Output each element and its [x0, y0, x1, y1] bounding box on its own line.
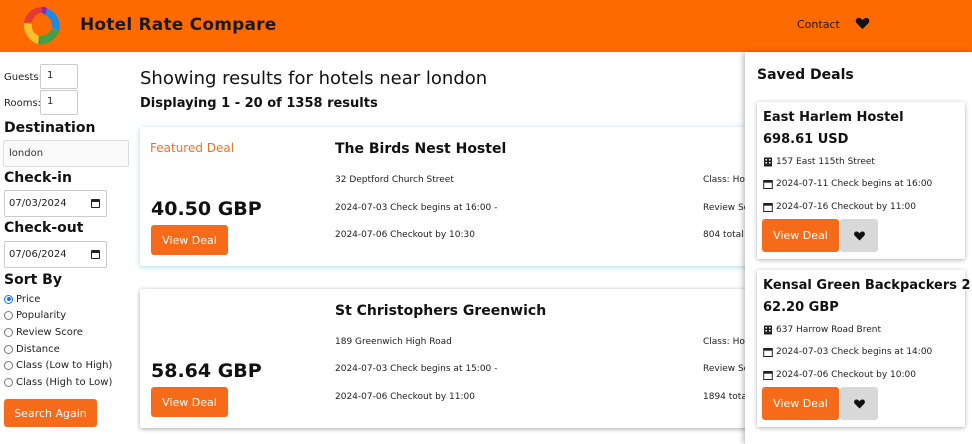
- results-title: Showing results for hotels near london: [140, 68, 488, 89]
- calendar-icon: [763, 348, 773, 357]
- radio-button[interactable]: [4, 310, 13, 320]
- saved-deal-name[interactable]: East Harlem Hostel: [763, 110, 904, 125]
- guests-input[interactable]: 1: [40, 64, 78, 89]
- calendar-icon: [763, 203, 773, 212]
- unsave-button[interactable]: [840, 219, 878, 252]
- calendar-icon: [763, 371, 773, 380]
- building-icon: [764, 325, 772, 335]
- checkin-date-input[interactable]: 07/03/2024: [4, 190, 107, 217]
- top-navbar: Hotel Rate Compare Contact: [0, 0, 972, 52]
- calendar-icon: [763, 180, 773, 189]
- view-deal-button[interactable]: View Deal: [762, 387, 839, 420]
- calendar-icon[interactable]: [91, 199, 100, 208]
- hotel-review-total: 804 total: [703, 230, 744, 240]
- destination-label: Destination: [4, 120, 96, 136]
- heart-icon: [853, 398, 865, 408]
- hotel-checkin: 2024-07-03 Check begins at 16:00 -: [335, 203, 498, 213]
- hotel-checkin: 2024-07-03 Check begins at 15:00 -: [335, 364, 498, 374]
- hotel-price: 40.50 GBP: [151, 198, 262, 220]
- hotel-address: 32 Deptford Church Street: [335, 175, 454, 185]
- saved-deal-address-row: 157 East 115th Street: [763, 157, 875, 167]
- hotel-review-score: Review Sc: [703, 203, 748, 213]
- hotel-name[interactable]: The Birds Nest Hostel: [335, 141, 506, 157]
- radio-button[interactable]: [4, 294, 13, 304]
- rooms-input[interactable]: 1: [40, 90, 78, 115]
- saved-deal-checkin-row: 2024-07-11 Check begins at 16:00: [763, 179, 932, 189]
- checkin-label: Check-in: [4, 170, 72, 186]
- destination-input[interactable]: london: [3, 140, 129, 167]
- calendar-icon[interactable]: [91, 250, 100, 259]
- hotel-checkout: 2024-07-06 Checkout by 10:30: [335, 230, 475, 240]
- hotel-card[interactable]: Featured Deal 40.50 GBP View Deal The Bi…: [140, 127, 780, 266]
- checkout-date-input[interactable]: 07/06/2024: [4, 241, 107, 268]
- checkout-date-value: 07/06/2024: [9, 249, 67, 260]
- view-deal-button[interactable]: View Deal: [151, 225, 228, 255]
- saved-deal-checkout-row: 2024-07-06 Checkout by 10:00: [763, 370, 916, 380]
- guests-label: Guests:: [4, 72, 42, 83]
- contact-link[interactable]: Contact: [797, 18, 840, 31]
- saved-deal-checkin-row: 2024-07-03 Check begins at 14:00: [763, 347, 932, 357]
- hotel-name[interactable]: St Christophers Greenwich: [335, 303, 546, 319]
- sort-option-price[interactable]: Price: [4, 292, 40, 306]
- hotel-price: 58.64 GBP: [151, 360, 262, 382]
- saved-deal-price: 62.20 GBP: [763, 300, 839, 315]
- rooms-label: Rooms:: [4, 98, 42, 109]
- sort-by-label: Sort By: [4, 272, 62, 288]
- sort-option-class-high-low[interactable]: Class (High to Low): [4, 375, 112, 389]
- radio-button[interactable]: [4, 327, 13, 337]
- view-deal-button[interactable]: View Deal: [151, 387, 228, 417]
- sort-option-review-score[interactable]: Review Score: [4, 325, 83, 339]
- checkin-date-value: 07/03/2024: [9, 198, 67, 209]
- saved-deal-name[interactable]: Kensal Green Backpackers 2: [763, 278, 971, 293]
- radio-button[interactable]: [4, 377, 13, 387]
- saved-deal-address-row: 637 Harrow Road Brent: [763, 325, 881, 335]
- radio-button[interactable]: [4, 344, 13, 354]
- hotel-address: 189 Greenwich High Road: [335, 337, 452, 347]
- featured-badge: Featured Deal: [150, 141, 235, 155]
- saved-deals-panel: Saved Deals East Harlem Hostel 698.61 US…: [745, 52, 972, 444]
- view-deal-button[interactable]: View Deal: [762, 219, 839, 252]
- heart-icon[interactable]: [855, 16, 870, 31]
- sort-option-popularity[interactable]: Popularity: [4, 308, 66, 322]
- radio-button[interactable]: [4, 360, 13, 370]
- sort-option-distance[interactable]: Distance: [4, 342, 60, 356]
- hotel-class: Class: Hot: [703, 337, 748, 347]
- hotel-checkout: 2024-07-06 Checkout by 11:00: [335, 392, 475, 402]
- saved-deal-card[interactable]: East Harlem Hostel 698.61 USD 157 East 1…: [757, 102, 965, 259]
- search-again-button[interactable]: Search Again: [4, 399, 97, 427]
- saved-deals-title: Saved Deals: [757, 67, 854, 83]
- heart-icon: [853, 230, 865, 240]
- unsave-button[interactable]: [840, 387, 878, 420]
- brand-title[interactable]: Hotel Rate Compare: [80, 15, 276, 35]
- building-icon: [764, 157, 772, 167]
- sort-option-class-low-high[interactable]: Class (Low to High): [4, 358, 112, 372]
- hotel-review-score: Review Sc: [703, 364, 748, 374]
- hotel-review-total: 1894 tota: [703, 392, 747, 402]
- results-count: Displaying 1 - 20 of 1358 results: [140, 96, 378, 111]
- saved-deal-price: 698.61 USD: [763, 132, 849, 147]
- saved-deal-card[interactable]: Kensal Green Backpackers 2 62.20 GBP 637…: [757, 270, 971, 427]
- saved-deal-checkout-row: 2024-07-16 Checkout by 11:00: [763, 202, 916, 212]
- checkout-label: Check-out: [4, 220, 84, 236]
- logo-icon[interactable]: [19, 3, 65, 49]
- hotel-card[interactable]: 58.64 GBP View Deal St Christophers Gree…: [140, 289, 780, 428]
- hotel-class: Class: Hot: [703, 175, 748, 185]
